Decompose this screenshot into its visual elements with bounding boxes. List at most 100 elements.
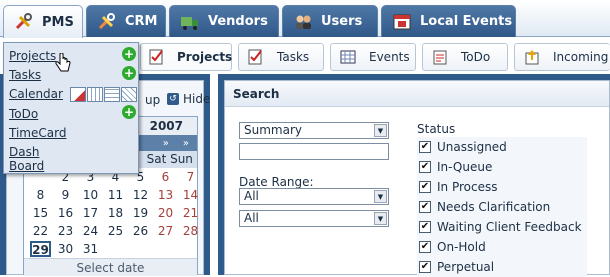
status-option[interactable]: ✔ In Process xyxy=(417,177,587,197)
calendar-day[interactable]: 28 xyxy=(178,222,203,240)
calendar-day[interactable]: 11 xyxy=(103,186,128,204)
subtab-todo[interactable]: ToDo xyxy=(422,43,508,71)
add-project-icon[interactable]: + xyxy=(122,47,136,61)
calendar-view-icons xyxy=(70,87,137,102)
week-view-icon[interactable] xyxy=(87,87,103,102)
tab-local-events[interactable]: Local Events xyxy=(381,5,516,37)
add-todo-icon[interactable]: + xyxy=(122,105,136,119)
status-option-label: Needs Clarification xyxy=(437,200,551,214)
note-view-icon[interactable] xyxy=(70,87,86,102)
calendar-day[interactable]: 10 xyxy=(78,186,103,204)
month-view-icon[interactable] xyxy=(104,87,120,102)
date-range-select-2[interactable]: All ▼ xyxy=(239,210,389,227)
tab-label: Vendors xyxy=(208,14,268,29)
calendar-day[interactable]: 9 xyxy=(53,186,78,204)
status-option[interactable]: ✔ Needs Clarification xyxy=(417,197,587,217)
calendar-day[interactable]: 31 xyxy=(78,240,103,258)
calendar-day[interactable]: 23 xyxy=(53,222,78,240)
status-option[interactable]: ✔ Waiting Client Feedback xyxy=(417,217,587,237)
dropdown-arrow-icon: ▼ xyxy=(374,190,387,203)
status-checkbox[interactable]: ✔ xyxy=(419,201,431,213)
subtab-label: ToDo xyxy=(461,50,491,64)
calendar-next-button[interactable]: » xyxy=(183,138,189,149)
date-range-label: Date Range: xyxy=(239,175,314,189)
calendar-day-today[interactable]: 29 xyxy=(30,241,51,257)
right-panel: Search Summary ▼ Date Range: All ▼ All ▼… xyxy=(218,74,610,277)
select-date-footer[interactable]: Select date xyxy=(24,258,197,276)
date-range-value-1: All xyxy=(244,189,259,203)
subtab-incoming[interactable]: Incoming xyxy=(514,43,610,71)
calendar-day[interactable]: 20 xyxy=(153,204,178,222)
status-option[interactable]: ✔ Perpetual xyxy=(417,257,587,277)
menu-item-timecard[interactable]: TimeCard xyxy=(9,126,66,140)
tab-label: Local Events xyxy=(420,14,513,29)
year-view-icon[interactable] xyxy=(121,87,137,102)
status-option-label: Perpetual xyxy=(437,260,495,274)
menu-item-dashboard-line1[interactable]: Dash xyxy=(9,145,39,159)
hand-cursor-icon xyxy=(55,52,71,76)
status-checkbox[interactable]: ✔ xyxy=(419,161,431,173)
calendar-day[interactable]: 30 xyxy=(53,240,78,258)
tab-label: CRM xyxy=(125,14,158,29)
calendar-prev-button[interactable]: » xyxy=(163,138,169,149)
calendar-day[interactable]: 15 xyxy=(28,204,53,222)
menu-item-calendar[interactable]: Calendar xyxy=(9,87,63,101)
status-checkbox[interactable]: ✔ xyxy=(419,241,431,253)
hide-button[interactable]: ↺ Hide xyxy=(167,92,210,106)
calendar-day[interactable]: 14 xyxy=(178,186,203,204)
upload-icon xyxy=(523,48,541,66)
menu-item-todo[interactable]: ToDo xyxy=(9,107,38,121)
calendar-day[interactable]: 25 xyxy=(103,222,128,240)
weekday-label: Sat xyxy=(146,152,167,166)
calendar-day[interactable]: 22 xyxy=(28,222,53,240)
status-checkbox[interactable]: ✔ xyxy=(419,261,431,273)
date-range-value-2: All xyxy=(244,211,259,225)
calendar-day[interactable]: 8 xyxy=(28,186,53,204)
subtab-projects[interactable]: Projects xyxy=(140,43,232,71)
calendar-day[interactable]: 7 xyxy=(178,168,203,186)
subtab-label: Projects xyxy=(177,50,233,64)
grid-calendar-icon xyxy=(339,48,357,66)
calendar-day[interactable]: 13 xyxy=(153,186,178,204)
crm-tools-icon xyxy=(97,12,117,31)
search-field-select[interactable]: Summary ▼ xyxy=(239,122,389,139)
status-label: Status xyxy=(417,122,456,136)
status-option[interactable]: ✔ Unassigned xyxy=(417,137,587,157)
top-tab-bar: PMS CRM Vendors Users Local Events xyxy=(0,0,610,38)
menu-item-tasks[interactable]: Tasks xyxy=(9,68,41,82)
pms-dropdown-menu: Projects + Tasks + Calendar ToDo + TimeC… xyxy=(3,42,139,174)
calendar-day[interactable]: 12 xyxy=(128,186,153,204)
checklist-icon xyxy=(149,48,165,66)
subtab-events[interactable]: Events xyxy=(330,43,416,71)
calendar-day[interactable]: 18 xyxy=(103,204,128,222)
subtab-tasks[interactable]: Tasks xyxy=(238,43,324,71)
add-task-icon[interactable]: + xyxy=(122,66,136,80)
tab-pms[interactable]: PMS xyxy=(3,5,83,38)
subtab-label: Events xyxy=(369,50,410,64)
calendar-day[interactable]: 19 xyxy=(128,204,153,222)
status-checkbox[interactable]: ✔ xyxy=(419,221,431,233)
tab-crm[interactable]: CRM xyxy=(86,5,166,37)
status-option[interactable]: ✔ On-Hold xyxy=(417,237,587,257)
tab-vendors[interactable]: Vendors xyxy=(169,5,279,37)
menu-item-projects[interactable]: Projects xyxy=(9,49,56,63)
tab-label: PMS xyxy=(42,14,74,30)
status-checkbox[interactable]: ✔ xyxy=(419,181,431,193)
calendar-day[interactable]: 27 xyxy=(153,222,178,240)
search-text-input[interactable] xyxy=(239,143,389,160)
calendar-day[interactable]: 21 xyxy=(178,204,203,222)
calendar-day[interactable]: 17 xyxy=(78,204,103,222)
calendar-day[interactable]: 6 xyxy=(153,168,178,186)
calendar-day[interactable]: 26 xyxy=(128,222,153,240)
date-range-select-1[interactable]: All ▼ xyxy=(239,188,389,205)
menu-item-dashboard-line2[interactable]: Board xyxy=(9,159,44,173)
status-checkbox[interactable]: ✔ xyxy=(419,141,431,153)
weekday-label: Sun xyxy=(170,152,193,166)
status-option[interactable]: ✔ In-Queue xyxy=(417,157,587,177)
dropdown-arrow-icon: ▼ xyxy=(374,124,387,137)
calendar-day[interactable]: 16 xyxy=(53,204,78,222)
calendar-day[interactable]: 24 xyxy=(78,222,103,240)
status-option-label: On-Hold xyxy=(437,240,486,254)
subtab-label: Tasks xyxy=(277,50,310,64)
tab-users[interactable]: Users xyxy=(282,5,378,37)
